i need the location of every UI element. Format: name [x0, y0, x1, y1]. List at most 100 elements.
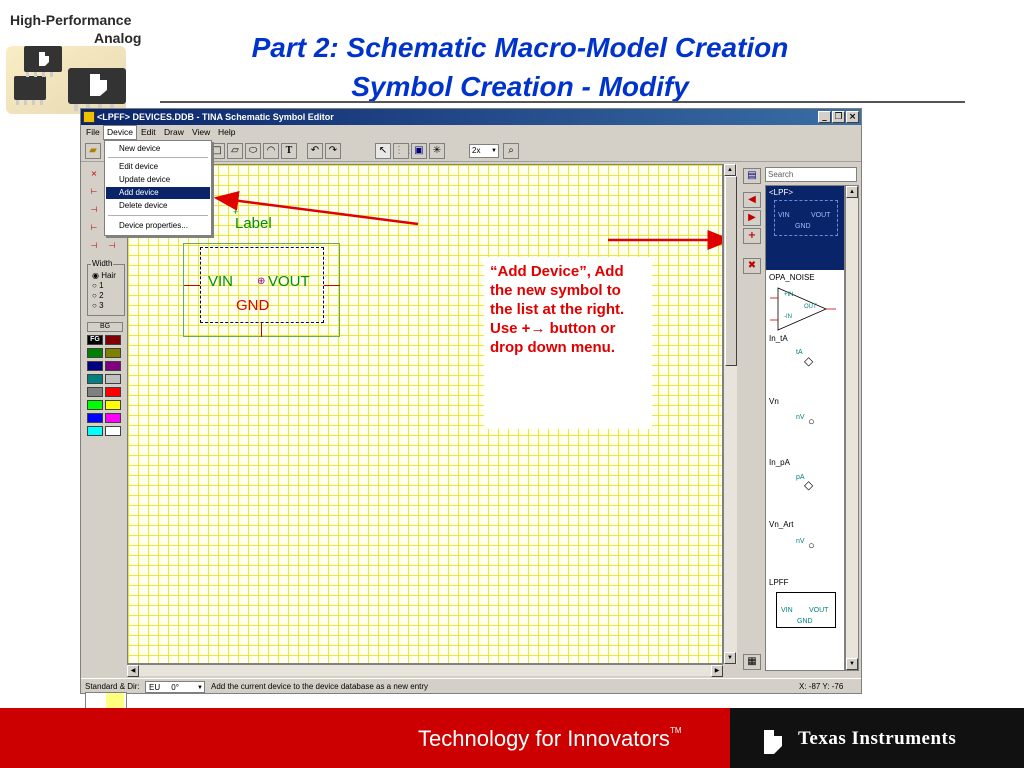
color-swatch-cyan[interactable] [87, 426, 103, 436]
symbol-label-text[interactable]: Label [235, 215, 272, 232]
pin-left-icon[interactable]: ⊢ [87, 186, 101, 198]
standard-dir-label: Standard & Dir: [85, 682, 140, 691]
device-name[interactable]: Vn [769, 397, 779, 406]
color-swatch-magenta[interactable] [105, 413, 121, 423]
arc-tool-icon[interactable]: ◠ [263, 143, 279, 159]
ellipse-tool-icon[interactable]: ⬭ [245, 143, 261, 159]
color-swatch-navy[interactable] [87, 361, 103, 371]
color-swatch-purple[interactable] [105, 361, 121, 371]
menu-item-edit-device[interactable]: Edit device [106, 161, 210, 173]
device-list-scrollbar[interactable]: ▲ ▼ [845, 185, 859, 671]
menu-help[interactable]: Help [215, 125, 238, 140]
list-view-icon[interactable]: ▦ [743, 654, 761, 670]
open-folder-icon[interactable]: ▰ [85, 143, 101, 159]
device-list[interactable]: <LPF> VIN VOUT GND OPA_NOISE +IN OUT -IN… [765, 185, 845, 671]
menu-item-delete-device[interactable]: Delete device [106, 200, 210, 212]
pin-label-vout[interactable]: VOUT [268, 273, 310, 290]
load-device-arrow-icon[interactable]: ◀ [743, 192, 761, 208]
device-name[interactable]: In_tA [769, 334, 788, 343]
menu-item-update-device[interactable]: Update device [106, 174, 210, 186]
pin-bus-icon[interactable]: ⊣ [87, 240, 101, 252]
color-swatch-dark-red[interactable] [105, 335, 121, 345]
color-swatch-lime[interactable] [87, 400, 103, 410]
footer-tagline: Technology for InnovatorsTM [418, 726, 682, 752]
preview-pin-label: OUT [804, 304, 817, 310]
schematic-canvas[interactable]: + Label VIN ⊕ VOUT GND “Add Device”, Add… [127, 164, 723, 664]
delete-pin-icon[interactable]: × [87, 168, 101, 180]
window-titlebar[interactable]: <LPFF> DEVICES.DDB - TINA Schematic Symb… [81, 109, 861, 125]
device-name[interactable]: Vn_Art [769, 520, 793, 529]
zoom-magnifier-icon[interactable]: ⌕ [503, 143, 519, 159]
menu-separator [108, 215, 208, 216]
pin-tool-icon[interactable]: ✳ [429, 143, 445, 159]
redo-icon[interactable]: ↷ [325, 143, 341, 159]
pin-left-arrow-icon[interactable]: ⊣ [87, 204, 101, 216]
current-source-icon: ◇ [804, 354, 814, 368]
menu-device[interactable]: Device [103, 125, 137, 140]
pin-label-vin[interactable]: VIN [208, 273, 233, 290]
device-value-label: tA [796, 349, 803, 356]
undo-icon[interactable]: ↶ [307, 143, 323, 159]
text-tool-icon[interactable]: T [281, 143, 297, 159]
pin-right-icon[interactable]: ⊢ [87, 222, 101, 234]
device-name[interactable]: LPFF [769, 578, 789, 587]
device-value-label: nV [796, 414, 805, 421]
device-search-input[interactable]: Search [765, 167, 857, 182]
pin-bus-2-icon[interactable]: ⊣ [105, 240, 119, 252]
color-swatch-olive[interactable] [105, 348, 121, 358]
color-swatch-gray[interactable] [87, 387, 103, 397]
delete-device-x-icon[interactable]: ✖ [743, 258, 761, 274]
scroll-right-arrow-icon[interactable]: ▶ [711, 665, 723, 677]
pin-line-gnd [261, 323, 262, 337]
menu-item-add-device[interactable]: Add device [106, 187, 210, 199]
standard-select[interactable]: EU 0° ▼ [145, 681, 205, 693]
list-item-selected[interactable]: <LPF> VIN VOUT GND [766, 186, 844, 270]
maximize-button[interactable]: ❐ [832, 111, 845, 123]
select-arrow-icon[interactable]: ↖ [375, 143, 391, 159]
minimize-button[interactable]: _ [818, 111, 831, 123]
scroll-down-arrow-icon[interactable]: ▼ [846, 658, 858, 670]
polygon-tool-icon[interactable]: ▱ [227, 143, 243, 159]
menu-item-new-device[interactable]: New device [106, 143, 210, 155]
menu-file[interactable]: File [83, 125, 103, 140]
device-symbol-preview: VIN VOUT GND [776, 592, 836, 628]
menu-edit[interactable]: Edit [138, 125, 159, 140]
bg-color-button[interactable]: BG [87, 322, 123, 332]
canvas-vscroll-thumb[interactable] [725, 176, 737, 366]
color-swatch-yellow[interactable] [105, 400, 121, 410]
color-swatch-white[interactable] [105, 426, 121, 436]
menu-view[interactable]: View [189, 125, 213, 140]
canvas-vertical-scrollbar[interactable]: ▲ ▼ [723, 164, 737, 664]
device-name[interactable]: OPA_NOISE [769, 273, 815, 282]
preview-pin-label: VIN [781, 607, 793, 614]
color-swatch-blue[interactable] [87, 413, 103, 423]
width-radio-3[interactable]: ○ 3 [92, 301, 104, 310]
scroll-up-arrow-icon[interactable]: ▲ [724, 164, 736, 176]
database-icon[interactable]: ▤ [743, 168, 761, 184]
add-device-plus-arrow-icon[interactable]: + [743, 228, 761, 244]
fg-color-swatch[interactable]: FG [87, 335, 103, 345]
width-option-label: 1 [99, 281, 104, 290]
pin-label-gnd[interactable]: GND [236, 297, 269, 314]
color-swatch-green[interactable] [87, 348, 103, 358]
frame-icon[interactable]: ▣ [411, 143, 427, 159]
scroll-up-arrow-icon[interactable]: ▲ [846, 186, 858, 198]
device-name[interactable]: In_pA [769, 458, 790, 467]
color-swatch-silver[interactable] [105, 374, 121, 384]
menu-item-device-properties[interactable]: Device properties... [106, 220, 210, 232]
color-swatch-red[interactable] [105, 387, 121, 397]
grid-icon[interactable]: ⋮⋮ [393, 143, 414, 159]
width-radio-1[interactable]: ○ 1 [92, 281, 104, 290]
scroll-down-arrow-icon[interactable]: ▼ [724, 652, 736, 664]
width-radio-2[interactable]: ○ 2 [92, 291, 104, 300]
zoom-select[interactable]: 2x [469, 144, 499, 158]
scroll-left-arrow-icon[interactable]: ◀ [127, 665, 139, 677]
canvas-horizontal-scrollbar[interactable]: ◀ ▶ [127, 664, 723, 677]
close-button[interactable]: × [846, 111, 859, 123]
width-group: Width ◉ Hair ○ 1 ○ 2 ○ 3 [87, 259, 125, 316]
add-device-arrow-icon[interactable]: ▶ [743, 210, 761, 226]
width-radio-hair[interactable]: ◉ Hair [92, 271, 116, 280]
color-swatch-teal[interactable] [87, 374, 103, 384]
menu-draw[interactable]: Draw [161, 125, 187, 140]
voltage-source-icon: ○ [808, 416, 815, 428]
